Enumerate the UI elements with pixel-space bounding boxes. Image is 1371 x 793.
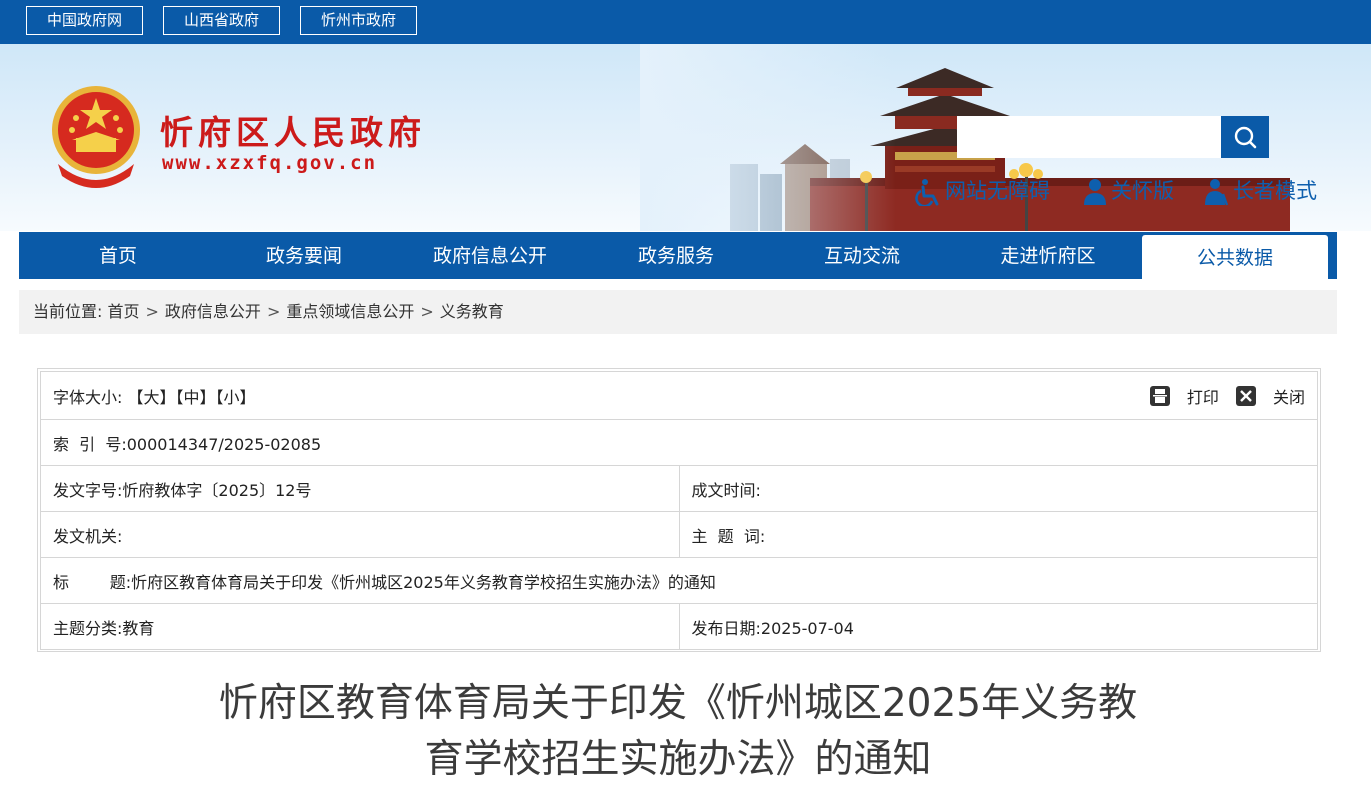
doc-number-cell: 发文字号:忻府教体字〔2025〕12号 [40, 465, 680, 512]
index-number-cell: 索 引 号:000014347/2025-02085 [40, 419, 1318, 466]
index-number-label: 索 引 号: [53, 434, 127, 454]
publish-date-cell: 发布日期:2025-07-04 [678, 603, 1318, 650]
keywords-label: 主 题 词: [691, 526, 766, 546]
metadata-table: 字体大小: 【大】【中】【小】 打印 关闭 索 引 号:000014347/20… [40, 371, 1318, 650]
table-row: 主题分类:教育 发布日期:2025-07-04 [40, 603, 1318, 650]
nav-item-public-data[interactable]: 公共数据 [1142, 235, 1328, 279]
search-icon [1234, 126, 1257, 149]
site-domain: www.xzxfq.gov.cn [162, 152, 378, 174]
person-icon [1084, 179, 1106, 205]
breadcrumb-separator: > [266, 302, 281, 321]
nav-item-info-disclosure[interactable]: 政府信息公开 [397, 232, 583, 279]
keywords-cell: 主 题 词: [678, 511, 1318, 558]
category-value: 教育 [122, 618, 155, 638]
print-button[interactable]: 打印 [1149, 385, 1219, 407]
category-label: 主题分类: [53, 618, 123, 638]
publish-date-label: 发布日期: [691, 618, 761, 638]
index-number-value: 000014347/2025-02085 [126, 434, 322, 454]
doc-number-value: 忻府教体字〔2025〕12号 [122, 480, 312, 500]
table-row: 标 题:忻府区教育体育局关于印发《忻州城区2025年义务教育学校招生实施办法》的… [40, 557, 1318, 604]
close-label: 关闭 [1272, 387, 1305, 407]
nav-item-home[interactable]: 首页 [19, 232, 217, 279]
breadcrumb-label: 当前位置: [33, 302, 103, 321]
main-nav: 首页 政务要闻 政府信息公开 政务服务 互动交流 走进忻府区 公共数据 [19, 232, 1337, 279]
breadcrumb-separator: > [145, 302, 159, 321]
table-row: 索 引 号:000014347/2025-02085 [40, 419, 1318, 466]
font-small-button[interactable]: 【小】 [216, 388, 256, 407]
table-row: 发文字号:忻府教体字〔2025〕12号 成文时间: [40, 465, 1318, 512]
document-title-line-2: 育学校招生实施办法》的通知 [424, 737, 932, 782]
breadcrumb-compulsory-education[interactable]: 义务教育 [440, 302, 504, 321]
breadcrumb: 当前位置: 首页 > 政府信息公开 > 重点领域信息公开 > 义务教育 [19, 290, 1337, 334]
font-size-toolbar: 字体大小: 【大】【中】【小】 打印 关闭 [40, 371, 1318, 420]
nav-item-interaction[interactable]: 互动交流 [769, 232, 955, 279]
issuer-label: 发文机关: [53, 526, 123, 546]
created-date-cell: 成文时间: [678, 465, 1318, 512]
accessibility-link[interactable]: 网站无障碍 [915, 176, 1050, 208]
print-label: 打印 [1186, 387, 1219, 407]
title-label: 标 题: [53, 572, 132, 592]
title-cell: 标 题:忻府区教育体育局关于印发《忻州城区2025年义务教育学校招生实施办法》的… [40, 557, 1318, 604]
header-banner: 忻府区人民政府 www.xzxfq.gov.cn 网站无障碍 关怀版 长者模式 [0, 44, 1371, 231]
font-size-label: 字体大小: [53, 387, 123, 407]
nav-item-about-xinfu[interactable]: 走进忻府区 [955, 232, 1141, 279]
publish-date-value: 2025-07-04 [760, 618, 854, 638]
close-button[interactable]: 关闭 [1235, 385, 1305, 407]
elder-icon [1205, 179, 1229, 206]
search-input[interactable] [957, 116, 1221, 158]
elder-mode-link[interactable]: 长者模式 [1201, 176, 1317, 206]
table-row: 发文机关: 主 题 词: [40, 511, 1318, 558]
nav-item-news[interactable]: 政务要闻 [211, 232, 397, 279]
font-large-button[interactable]: 【大】 [128, 388, 176, 407]
category-cell: 主题分类:教育 [40, 603, 680, 650]
breadcrumb-separator: > [420, 302, 434, 321]
elder-mode-label: 长者模式 [1233, 179, 1317, 203]
search-button[interactable] [1221, 116, 1269, 158]
font-medium-button[interactable]: 【中】 [176, 388, 216, 407]
table-row: 字体大小: 【大】【中】【小】 打印 关闭 [40, 371, 1318, 420]
breadcrumb-home[interactable]: 首页 [108, 302, 140, 321]
care-version-label: 关怀版 [1111, 179, 1174, 203]
toplink-xinzhou-gov[interactable]: 忻州市政府 [300, 6, 417, 35]
document-title-line-1: 忻府区教育体育局关于印发《忻州城区2025年义务教 [218, 681, 1138, 726]
issuer-cell: 发文机关: [40, 511, 680, 558]
nav-item-services[interactable]: 政务服务 [583, 232, 769, 279]
doc-number-label: 发文字号: [53, 480, 123, 500]
created-date-label: 成文时间: [691, 480, 761, 500]
toplink-china-gov[interactable]: 中国政府网 [26, 6, 143, 35]
breadcrumb-key-areas[interactable]: 重点领域信息公开 [286, 302, 414, 321]
page-tools: 打印 关闭 [1138, 384, 1305, 408]
accessibility-label: 网站无障碍 [945, 179, 1050, 203]
title-value: 忻府区教育体育局关于印发《忻州城区2025年义务教育学校招生实施办法》的通知 [131, 572, 716, 592]
document-title: 忻府区教育体育局关于印发《忻州城区2025年义务教 育学校招生实施办法》的通知 [150, 676, 1206, 788]
national-emblem-logo [52, 86, 140, 188]
document-metadata: 字体大小: 【大】【中】【小】 打印 关闭 索 引 号:000014347/20… [37, 368, 1321, 652]
printer-icon [1149, 385, 1170, 406]
wheelchair-icon [915, 179, 939, 208]
breadcrumb-info-disclosure[interactable]: 政府信息公开 [165, 302, 261, 321]
top-links-bar: 中国政府网 山西省政府 忻州市政府 [0, 0, 1371, 44]
close-icon [1235, 385, 1256, 406]
site-title: 忻府区人民政府 [160, 113, 426, 152]
toplink-shanxi-gov[interactable]: 山西省政府 [163, 6, 280, 35]
care-version-link[interactable]: 关怀版 [1083, 176, 1174, 206]
